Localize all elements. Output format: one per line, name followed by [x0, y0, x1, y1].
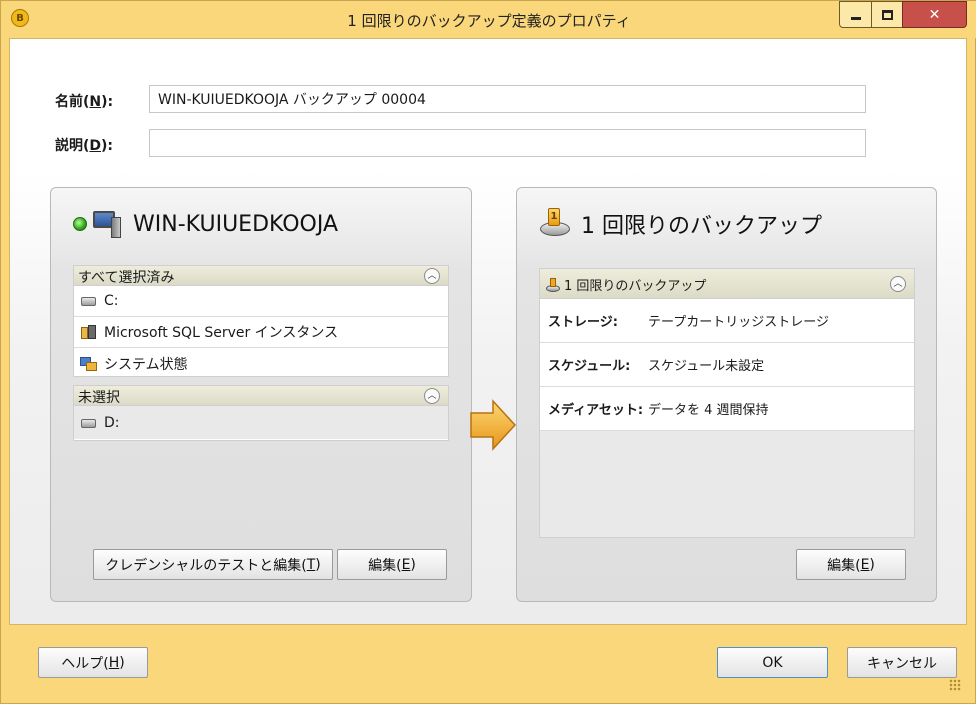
media-set-key: メディアセット: — [548, 403, 644, 418]
maximize-icon — [881, 9, 893, 20]
help-button[interactable]: ヘルプ(H) — [38, 647, 148, 678]
ok-button[interactable]: OK — [717, 647, 828, 678]
list-item-sql-server[interactable]: Microsoft SQL Server インスタンス — [74, 317, 448, 348]
resize-grip-icon[interactable] — [949, 679, 961, 691]
collapse-icon[interactable]: ︿ — [890, 276, 906, 292]
storage-key: ストレージ: — [548, 315, 618, 330]
unselected-group-header[interactable]: 未選択 ︿ — [74, 386, 448, 406]
schedule-row[interactable]: スケジュール: スケジュール未設定 — [540, 343, 914, 387]
selected-group-title: すべて選択済み — [78, 270, 175, 286]
name-label: 名前(N): — [55, 94, 114, 110]
schedule-value: スケジュール未設定 — [648, 359, 765, 374]
source-panel: WIN-KUIUEDKOOJA すべて選択済み ︿ C: Microsoft S… — [50, 187, 472, 602]
list-item-label: C: — [104, 293, 119, 309]
selected-items-list: すべて選択済み ︿ C: Microsoft SQL Server インスタンス… — [73, 265, 449, 377]
unselected-group-title: 未選択 — [78, 390, 120, 406]
drive-icon — [80, 294, 98, 308]
backup-group-title: 1 回限りのバックアップ — [564, 279, 707, 294]
description-input[interactable] — [149, 129, 866, 157]
list-item-label: システム状態 — [104, 356, 188, 373]
online-status-icon — [73, 217, 87, 231]
media-set-value: データを 4 週間保持 — [648, 403, 769, 418]
list-item-label: D: — [104, 414, 120, 431]
selected-group-header[interactable]: すべて選択済み ︿ — [74, 266, 448, 286]
schedule-key: スケジュール: — [548, 359, 631, 374]
computer-name: WIN-KUIUEDKOOJA — [133, 211, 339, 237]
list-item-system-state[interactable]: システム状態 — [74, 348, 448, 379]
close-button[interactable]: ✕ — [902, 1, 967, 28]
list-item-label: Microsoft SQL Server インスタンス — [104, 325, 339, 341]
backup-group-header[interactable]: 1 回限りのバックアップ ︿ — [540, 269, 914, 299]
edit-destination-button[interactable]: 編集(E) — [796, 549, 906, 580]
one-time-backup-small-icon — [546, 278, 560, 292]
test-credentials-button[interactable]: クレデンシャルのテストと編集(T) — [93, 549, 333, 580]
dialog-footer: ヘルプ(H) OK キャンセル — [9, 625, 967, 697]
description-label: 説明(D): — [55, 138, 114, 154]
unselected-items-list: 未選択 ︿ D: — [73, 385, 449, 441]
name-input[interactable] — [149, 85, 866, 113]
drive-icon — [80, 416, 98, 430]
system-state-icon — [80, 356, 98, 371]
property-rows: ストレージ: テープカートリッジストレージ スケジュール: スケジュール未設定 … — [540, 299, 914, 431]
backup-properties-list: 1 回限りのバックアップ ︿ ストレージ: テープカートリッジストレージ スケジ… — [539, 268, 915, 538]
window-title: 1 回限りのバックアップ定義のプロパティ — [347, 12, 631, 30]
close-icon: ✕ — [928, 6, 941, 23]
list-item-d-drive[interactable]: D: — [74, 406, 448, 439]
minimize-button[interactable] — [839, 1, 872, 28]
storage-value: テープカートリッジストレージ — [648, 315, 829, 330]
destination-title: 1 回限りのバックアップ — [581, 214, 822, 239]
collapse-icon[interactable]: ︿ — [424, 388, 440, 404]
destination-panel-header: 1 1 回限りのバックアップ — [517, 188, 936, 260]
sql-server-icon — [80, 325, 98, 339]
collapse-icon[interactable]: ︿ — [424, 268, 440, 284]
title-bar: B 1 回限りのバックアップ定義のプロパティ ✕ — [1, 1, 976, 38]
one-time-backup-icon: 1 — [539, 208, 571, 240]
list-item-c-drive[interactable]: C: — [74, 286, 448, 317]
destination-panel: 1 1 回限りのバックアップ 1 回限りのバックアップ ︿ ストレージ: テープ… — [516, 187, 937, 602]
media-set-row[interactable]: メディアセット: データを 4 週間保持 — [540, 387, 914, 431]
source-panel-header: WIN-KUIUEDKOOJA — [51, 188, 471, 260]
cancel-button[interactable]: キャンセル — [847, 647, 957, 678]
maximize-button[interactable] — [871, 1, 903, 28]
properties-dialog: B 1 回限りのバックアップ定義のプロパティ ✕ 名前(N): 説明(D): W… — [0, 0, 976, 704]
minimize-icon — [850, 17, 861, 20]
flow-arrow-icon — [470, 399, 517, 451]
edit-source-button[interactable]: 編集(E) — [337, 549, 447, 580]
storage-row[interactable]: ストレージ: テープカートリッジストレージ — [540, 299, 914, 343]
computer-icon — [93, 209, 123, 239]
dialog-client-area: 名前(N): 説明(D): WIN-KUIUEDKOOJA すべて選択済み ︿ — [9, 38, 967, 625]
